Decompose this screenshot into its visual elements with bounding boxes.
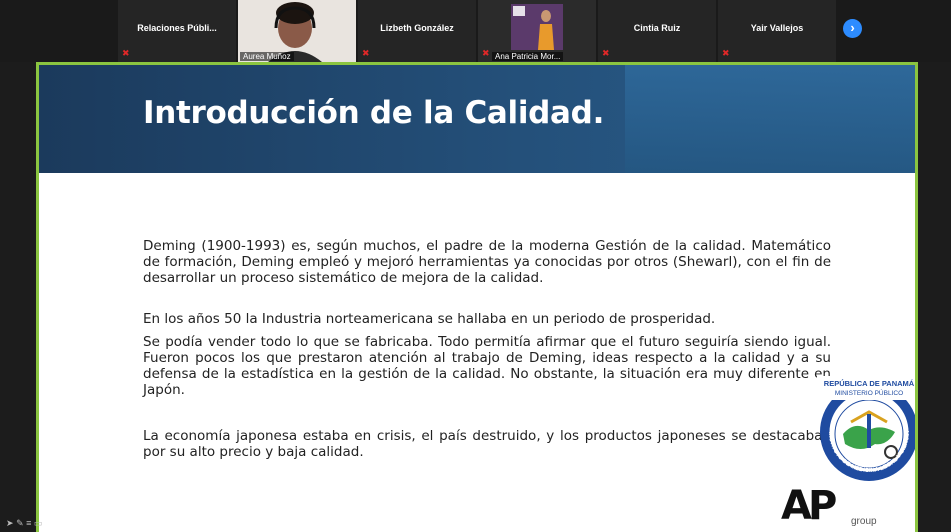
annotation-toolbar[interactable]: ➤ ✎ ≡ ▭ xyxy=(6,518,42,529)
muted-mic-icon: ✖ xyxy=(122,48,130,58)
institute-seal-logo: REPÚBLICA DE PANAMÁ MINISTERIO PÚBLICO I… xyxy=(815,374,915,481)
ap-group-logo: AP xyxy=(781,483,837,529)
header-decoration xyxy=(625,65,915,173)
muted-mic-icon: ✖ xyxy=(482,48,490,58)
participant-name: Relaciones Públi... xyxy=(137,23,217,33)
participant-strip: Relaciones Públi... ✖ Aurea Muñoz Lizbet… xyxy=(0,0,951,62)
seal-ministry-text: MINISTERIO PÚBLICO xyxy=(835,388,903,397)
muted-mic-icon: ✖ xyxy=(362,48,370,58)
slide-paragraph: En los años 50 la Industria norteamerica… xyxy=(143,311,716,327)
participant-name: Aurea Muñoz xyxy=(240,52,294,61)
slide-paragraph: Se podía vender todo lo que se fabricaba… xyxy=(143,334,831,398)
pointer-icon[interactable]: ➤ xyxy=(6,518,14,528)
participant-name: Lizbeth González xyxy=(380,23,454,33)
ap-group-text: group xyxy=(851,516,877,527)
participant-tile[interactable]: Yair Vallejos ✖ xyxy=(718,0,836,62)
square-icon[interactable]: ▭ xyxy=(34,518,43,528)
participant-video-tile[interactable]: Aurea Muñoz xyxy=(238,0,356,62)
shared-screen-slide: Introducción de la Calidad. Deming (1900… xyxy=(36,62,918,532)
muted-mic-icon: ✖ xyxy=(722,48,730,58)
next-page-button[interactable]: › xyxy=(843,19,862,38)
slide-title: Introducción de la Calidad. xyxy=(143,95,605,131)
slide-paragraph: Deming (1900-1993) es, según muchos, el … xyxy=(143,238,831,286)
seal-country-text: REPÚBLICA DE PANAMÁ xyxy=(824,379,915,388)
participant-video-tile[interactable]: ✖ Ana Patricia Mor... xyxy=(478,0,596,62)
participant-name: Yair Vallejos xyxy=(750,23,804,33)
participant-name: Cintia Ruiz xyxy=(633,23,681,33)
participant-name: Ana Patricia Mor... xyxy=(492,52,564,61)
pen-icon[interactable]: ✎ xyxy=(16,518,24,528)
participant-tile[interactable]: Relaciones Públi... ✖ xyxy=(118,0,236,62)
slide-paragraph: La economía japonesa estaba en crisis, e… xyxy=(143,428,831,460)
muted-mic-icon: ✖ xyxy=(602,48,610,58)
participant-tile[interactable]: Cintia Ruiz ✖ xyxy=(598,0,716,62)
menu-icon[interactable]: ≡ xyxy=(26,518,31,528)
participant-tile[interactable]: Lizbeth González ✖ xyxy=(358,0,476,62)
slide-header: Introducción de la Calidad. xyxy=(39,65,915,173)
